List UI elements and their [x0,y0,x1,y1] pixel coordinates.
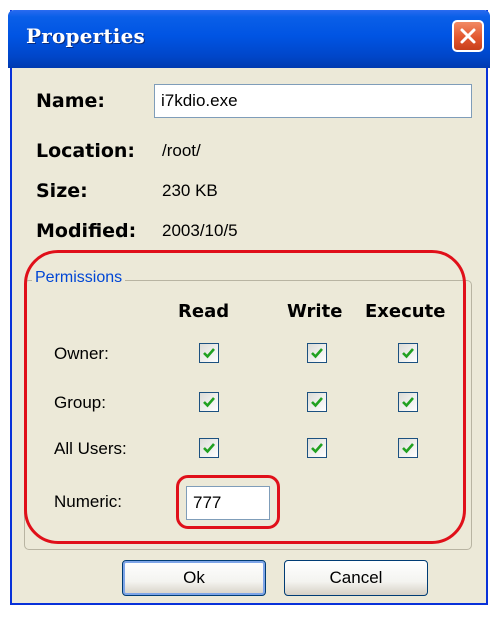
name-input[interactable]: i7kdio.exe [154,84,472,118]
permissions-legend: Permissions [32,269,126,287]
owner-execute-checkbox[interactable] [398,343,418,363]
column-header-execute: Execute [365,301,446,322]
group-read-checkbox[interactable] [199,392,219,412]
cancel-button[interactable]: Cancel [284,560,428,596]
location-value: /root/ [162,141,201,160]
all-users-write-checkbox[interactable] [307,438,327,458]
close-button[interactable] [452,20,484,52]
row-label-group: Group: [54,393,106,412]
size-label: Size: [36,180,88,202]
window-title: Properties [26,24,145,48]
column-header-write: Write [287,301,343,322]
modified-value: 2003/10/5 [162,221,238,240]
checkmark-icon [203,443,215,454]
checkmark-icon [311,348,323,359]
numeric-label: Numeric: [54,492,123,511]
location-label: Location: [36,140,136,162]
row-label-all-users: All Users: [54,439,127,458]
numeric-input[interactable]: 777 [186,486,270,520]
checkmark-icon [311,443,323,454]
checkmark-icon [402,348,414,359]
all-users-read-checkbox[interactable] [199,438,219,458]
column-header-read: Read [178,301,230,322]
group-write-checkbox[interactable] [307,392,327,412]
name-label: Name: [36,90,106,112]
all-users-execute-checkbox[interactable] [398,438,418,458]
checkmark-icon [203,397,215,408]
owner-write-checkbox[interactable] [307,343,327,363]
owner-read-checkbox[interactable] [199,343,219,363]
row-label-owner: Owner: [54,344,109,363]
close-icon [460,28,476,44]
size-value: 230 KB [162,181,218,200]
title-bar: Properties [8,10,490,68]
checkmark-icon [402,443,414,454]
ok-button[interactable]: Ok [122,560,266,596]
modified-label: Modified: [36,220,137,242]
checkmark-icon [311,397,323,408]
group-execute-checkbox[interactable] [398,392,418,412]
checkmark-icon [203,348,215,359]
checkmark-icon [402,397,414,408]
